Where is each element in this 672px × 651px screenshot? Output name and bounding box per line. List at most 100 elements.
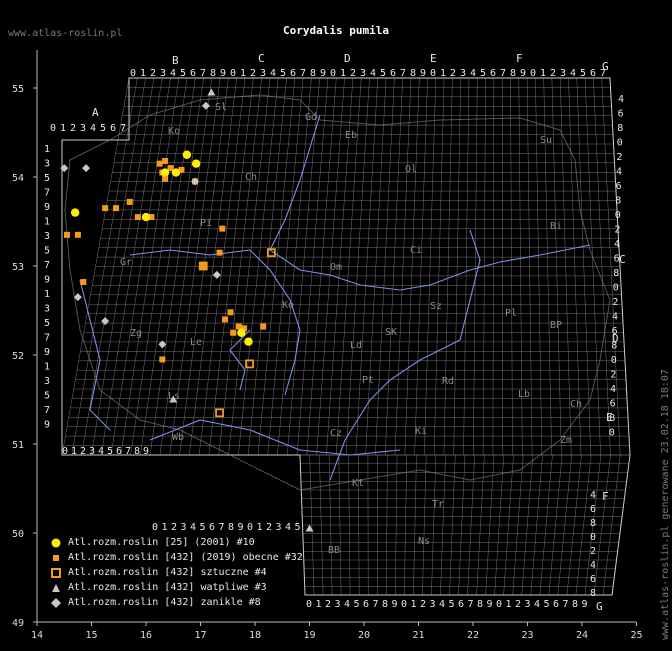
region-code: Om (330, 262, 342, 273)
region-code: Gr (120, 257, 132, 268)
region-code: Kt (352, 478, 364, 489)
grid-digit: 2 (266, 522, 272, 533)
legend-label: Atl.rozm.roslin [25] (2001) #10 (68, 537, 255, 548)
grid-digit: 3 (89, 446, 95, 457)
grid-digit: 3 (44, 376, 50, 387)
x-tick-label: 20 (358, 630, 370, 641)
grid-digit: 3 (160, 68, 166, 79)
region-code: Zg (130, 328, 142, 339)
grid-digit: 7 (44, 333, 50, 344)
legend-row: Atl.rozm.roslin [25] (2001) #10 (50, 535, 303, 550)
region-codes: Sl Gd Eb Su Ko Ol Ch Pi Bi Ci Gr Om Ko Sz Pl Zg Le Ld BP SK… (120, 102, 582, 556)
grid-digit: 1 (240, 68, 246, 79)
occurrence-circle (191, 159, 201, 168)
grid-digit: 7 (563, 599, 569, 610)
grid-digit: 4 (98, 446, 104, 457)
grid-digit: 4 (170, 68, 176, 79)
grid-digit: 9 (238, 522, 244, 533)
region-code: Ki (415, 426, 427, 437)
grid-digit: 2 (250, 68, 256, 79)
grid-digit: 3 (181, 522, 187, 533)
zone-letter: E (430, 52, 437, 65)
grid-digit: 0 (617, 138, 623, 149)
x-tick-label: 24 (576, 630, 588, 641)
y-tick-label: 49 (12, 618, 24, 629)
grid-digit: 4 (534, 599, 540, 610)
grid-digit: 2 (70, 123, 76, 134)
y-tick-label: 53 (12, 262, 24, 273)
legend-row: Atl.rozm.roslin [432] watpliwe #3 (50, 580, 303, 595)
grid-digit: 9 (582, 599, 588, 610)
grid-digit: 1 (44, 362, 50, 373)
grid-digit: 2 (350, 68, 356, 79)
grid-digit: 3 (460, 68, 466, 79)
zone-letter: D (344, 52, 351, 65)
x-tick-label: 23 (521, 630, 533, 641)
grid-digit: 9 (44, 347, 50, 358)
grid-digit: 5 (295, 522, 301, 533)
region-code: Wb (172, 432, 184, 443)
occurrence-square (222, 316, 229, 323)
grid-digit: 1 (140, 68, 146, 79)
occurrence-circle (244, 337, 253, 346)
region-code: BB (328, 545, 340, 556)
grid-digit: 8 (613, 268, 619, 279)
river-network (79, 114, 591, 481)
grid-digit: 7 (373, 599, 379, 610)
grid-digit: 8 (572, 599, 578, 610)
grid-digit: 5 (280, 68, 286, 79)
grid-digit: 4 (285, 522, 291, 533)
occurrence-diamond (212, 270, 221, 279)
grid-digit: 4 (270, 68, 276, 79)
grid-digit: 6 (553, 599, 559, 610)
grid-digit: 7 (44, 188, 50, 199)
grid-digit: 5 (380, 68, 386, 79)
grid-digit: 3 (525, 599, 531, 610)
grid-digit: 5 (44, 173, 50, 184)
legend-label: Atl.rozm.roslin [432] (2019) obecne #32 (68, 552, 303, 563)
region-code: Cz (330, 428, 342, 439)
grid-digit: 4 (370, 68, 376, 79)
grid-digit: 8 (590, 518, 596, 529)
y-tick-label: 52 (12, 351, 24, 362)
atlas-grid (61, 77, 631, 596)
grid-digit: 4 (439, 599, 445, 610)
region-code: Eb (345, 130, 357, 141)
y-tick-label: 55 (12, 84, 24, 95)
region-code: Le (190, 337, 202, 348)
occurrence-square (134, 214, 141, 221)
grid-digit: 7 (200, 68, 206, 79)
occurrence-triangle (305, 524, 314, 532)
grid-digit: 8 (134, 446, 140, 457)
zone-letter: E (606, 411, 613, 424)
occurrence-square-hollow (215, 408, 224, 418)
grid-digit: 1 (440, 68, 446, 79)
legend-label: Atl.rozm.roslin [432] zanikle #8 (68, 597, 261, 608)
zone-letter: C (258, 52, 265, 65)
region-code: Tr (432, 499, 444, 510)
grid-digit: 7 (468, 599, 474, 610)
x-tick-label: 19 (303, 630, 315, 641)
grid-digit: 0 (62, 446, 68, 457)
region-code: Rd (442, 376, 454, 387)
square-orange-icon (50, 552, 62, 564)
grid-digit: 8 (477, 599, 483, 610)
grid-digit: 1 (44, 217, 50, 228)
region-code: Ch (245, 172, 257, 183)
grid-digit: 2 (420, 599, 426, 610)
occurrence-square (159, 356, 166, 363)
occurrence-square (260, 323, 267, 330)
grid-digit: 0 (152, 522, 158, 533)
legend-label: Atl.rozm.roslin [432] watpliwe #3 (68, 582, 267, 593)
region-code: Pi (200, 218, 212, 229)
grid-digit: 2 (325, 599, 331, 610)
occurrence-diamond (60, 164, 69, 173)
river (129, 249, 251, 256)
x-tick-label: 15 (85, 630, 97, 641)
occurrence-square (113, 205, 120, 212)
grid-digit: 4 (344, 599, 350, 610)
grid-digit: 0 (247, 522, 253, 533)
region-code: Sl (215, 102, 227, 113)
grid-digit: 4 (590, 560, 596, 571)
grid-digit: 6 (590, 68, 596, 79)
